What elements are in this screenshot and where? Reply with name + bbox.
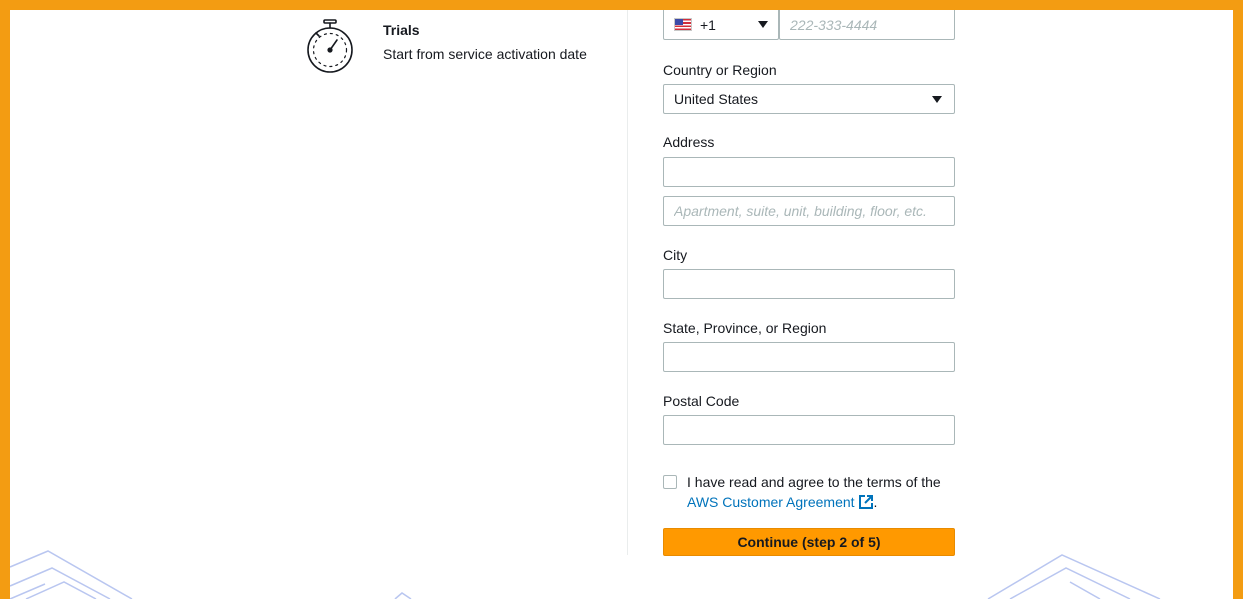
- external-link-icon: [858, 495, 873, 509]
- country-label: Country or Region: [663, 62, 777, 78]
- agreement-checkbox[interactable]: [663, 475, 677, 489]
- agreement-statement: I have read and agree to the terms of th…: [687, 474, 941, 490]
- agreement-link-text: AWS Customer Agreement: [687, 494, 855, 510]
- state-input[interactable]: [663, 342, 955, 372]
- vertical-divider: [627, 10, 628, 555]
- city-input[interactable]: [663, 269, 955, 299]
- address-line2-input[interactable]: [663, 196, 955, 226]
- city-label: City: [663, 247, 688, 263]
- agreement-suffix: .: [873, 494, 878, 510]
- aws-customer-agreement-link[interactable]: AWS Customer Agreement: [687, 494, 874, 510]
- state-label: State, Province, or Region: [663, 320, 827, 336]
- phone-country-code-select[interactable]: +1: [663, 10, 779, 40]
- phone-country-code: +1: [700, 16, 716, 33]
- trials-description: Start from service activation date: [383, 46, 587, 62]
- address-line1-input[interactable]: [663, 157, 955, 187]
- country-selected-value: United States: [674, 91, 759, 107]
- continue-button[interactable]: Continue (step 2 of 5): [663, 528, 955, 556]
- agreement-text: I have read and agree to the terms of th…: [687, 472, 967, 512]
- postal-code-label: Postal Code: [663, 393, 740, 409]
- caret-down-icon: [932, 95, 942, 103]
- phone-number-input[interactable]: [779, 10, 955, 40]
- address-label: Address: [663, 134, 715, 150]
- trials-title: Trials: [383, 22, 420, 38]
- stopwatch-icon: [307, 19, 353, 73]
- us-flag-icon: [674, 18, 692, 31]
- caret-down-icon: [758, 21, 768, 28]
- country-select[interactable]: United States: [663, 84, 955, 114]
- postal-code-input[interactable]: [663, 415, 955, 445]
